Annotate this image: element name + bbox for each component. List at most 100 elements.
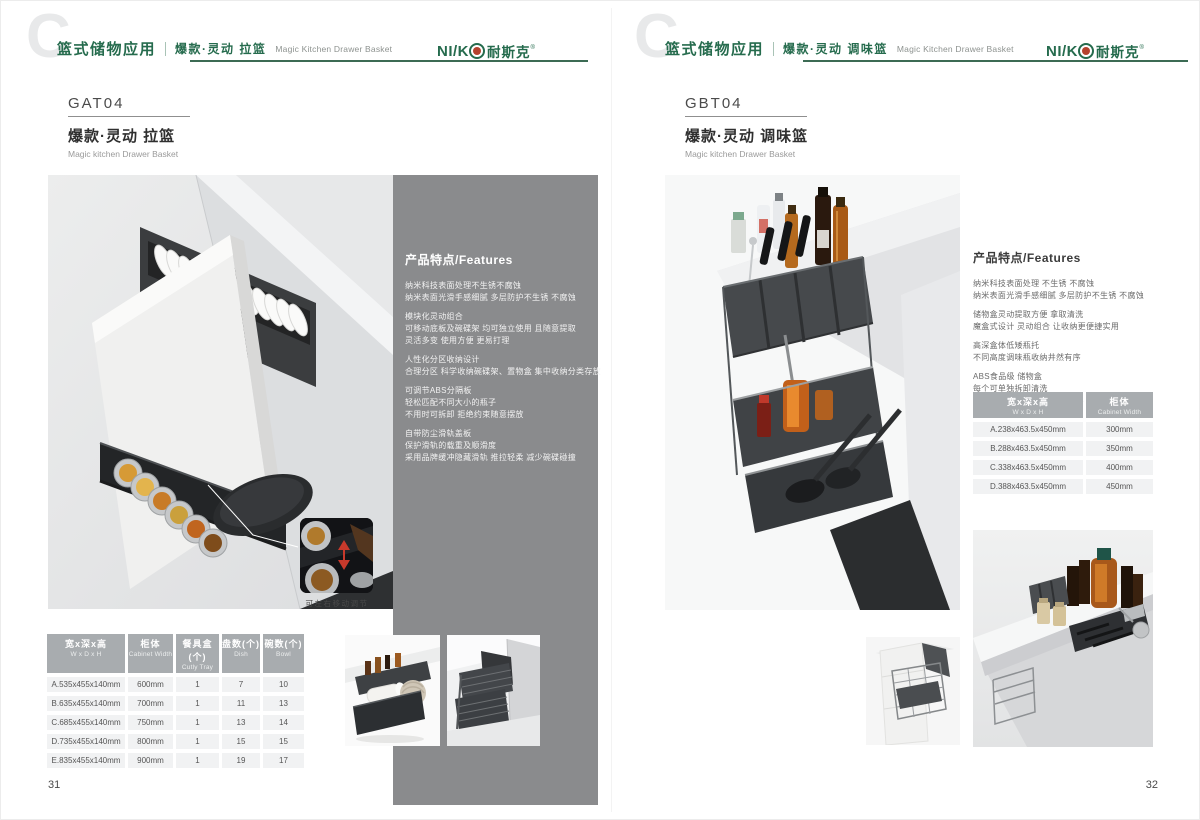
table-row: A.238x463.5x450mm 300mm: [973, 422, 1156, 437]
header-cell: 餐具盒(个)Cutly Tray: [176, 634, 219, 673]
table-cell: 7: [222, 677, 260, 692]
table-cell: 400mm: [1086, 460, 1153, 475]
page-number-right: 32: [1128, 779, 1158, 791]
thumb-photo-pullout-basket: [866, 637, 960, 745]
thumb-plate-basket-illustration: [345, 635, 440, 746]
features-heading: 产品特点/Features: [405, 251, 590, 268]
table-row: E.835x455x140mm 900mm 1 19 17: [47, 753, 307, 768]
feature-line: 不用时可拆卸 拒绝约束随意摆放: [405, 409, 590, 421]
detail-caption: 可左右移动调节: [282, 598, 392, 609]
table-cell: C.338x463.5x450mm: [973, 460, 1083, 475]
spec-table-left: 宽x深x高W x D x H 柜体Cabinet Width 餐具盒(个)Cut…: [47, 634, 307, 768]
thumb-photo-wire-basket: [447, 635, 540, 746]
table-cell: 600mm: [128, 677, 173, 692]
header-cell: 碗数(个)Bowl: [263, 634, 304, 673]
page-header-left: 篮式储物应用 爆款·灵动 拉篮 Magic Kitchen Drawer Bas…: [57, 38, 392, 59]
header-series-en: Magic Kitchen Drawer Basket: [897, 44, 1014, 54]
thumb-wire-basket-illustration: [447, 635, 540, 746]
header-series: 爆款·灵动 拉篮: [175, 40, 266, 57]
brand-logo: NI/K 耐斯克 ®: [1046, 41, 1144, 61]
feature-line: 魔盒式设计 灵动组合 让收纳更便捷实用: [973, 321, 1189, 333]
feature-line: 合理分区 科学收纳碗碟架、置物盒 集中收纳分类存放: [405, 366, 590, 378]
feature-group: 储物盒灵动提取方便 拿取清洗 魔盒式设计 灵动组合 让收纳更便捷实用: [973, 309, 1189, 333]
table-row: C.338x463.5x450mm 400mm: [973, 460, 1156, 475]
table-cell: 350mm: [1086, 441, 1153, 456]
table-header-row: 宽x深x高W x D x H 柜体Cabinet Width: [973, 392, 1156, 418]
feature-line: 纳米科技表面处理 不生锈 不腐蚀: [973, 278, 1189, 290]
catalog-spread: C 篮式储物应用 爆款·灵动 拉篮 Magic Kitchen Drawer B…: [0, 0, 1200, 820]
header-cell: 宽x深x高W x D x H: [973, 392, 1083, 418]
logo-o-icon: [1078, 43, 1094, 59]
table-cell: 900mm: [128, 753, 173, 768]
logo-cn: 耐斯克: [487, 41, 531, 61]
table-row: D.735x455x140mm 800mm 1 15 15: [47, 734, 307, 749]
header-series-en: Magic Kitchen Drawer Basket: [275, 44, 392, 54]
feature-line: 不同高度调味瓶收纳井然有序: [973, 352, 1189, 364]
product-title-left: GAT04 爆款·灵动 拉篮 Magic kitchen Drawer Bask…: [68, 95, 190, 159]
feature-line: ABS食品级 储物盒: [973, 371, 1189, 383]
title-rule: [685, 116, 807, 117]
feature-line: 储物盒灵动提取方便 拿取清洗: [973, 309, 1189, 321]
table-cell: 800mm: [128, 734, 173, 749]
feature-group: 纳米科技表面处理不生锈不腐蚀 纳米表面光滑手感细腻 多层防护不生锈 不腐蚀: [405, 280, 590, 304]
table-row: D.388x463.5x450mm 450mm: [973, 479, 1156, 494]
table-cell: C.685x455x140mm: [47, 715, 125, 730]
feature-line: 保护滑轨的载重及顺滑度: [405, 440, 590, 452]
logo-latin: NI/K: [437, 43, 469, 60]
page-header-right: 篮式储物应用 爆款·灵动 调味篮 Magic Kitchen Drawer Ba…: [665, 38, 1014, 59]
header-cell: 盘数(个)Dish: [222, 634, 260, 673]
table-cell: 13: [263, 696, 304, 711]
table-cell: 1: [176, 753, 219, 768]
table-cell: 10: [263, 677, 304, 692]
feature-line: 采用品牌缓冲隐藏滑轨 推拉轻柔 减少碗碟碰撞: [405, 452, 590, 464]
feature-line: 纳米表面光滑手感细腻 多层防护不生锈 不腐蚀: [405, 292, 590, 304]
logo-o-icon: [469, 43, 485, 59]
feature-line: 纳米科技表面处理不生锈不腐蚀: [405, 280, 590, 292]
thumb-pullout-basket-illustration: [866, 637, 960, 745]
header-cell: 柜体Cabinet Width: [128, 634, 173, 673]
table-cell: 1: [176, 696, 219, 711]
table-cell: 450mm: [1086, 479, 1153, 494]
product-title-right: GBT04 爆款·灵动 调味篮 Magic kitchen Drawer Bas…: [685, 95, 808, 159]
table-row: B.288x463.5x450mm 350mm: [973, 441, 1156, 456]
detail-inset-photo: [300, 518, 373, 593]
feature-line: 高深盒体低矮瓶托: [973, 340, 1189, 352]
detail-inset-illustration: [300, 518, 373, 593]
product-model: GBT04: [685, 95, 808, 112]
table-cell: 700mm: [128, 696, 173, 711]
header-divider: [773, 42, 774, 56]
feature-group: 纳米科技表面处理 不生锈 不腐蚀 纳米表面光滑手感细腻 多层防护不生锈 不腐蚀: [973, 278, 1189, 302]
header-cell: 宽x深x高W x D x H: [47, 634, 125, 673]
header-category: 篮式储物应用: [57, 38, 156, 59]
logo-cn: 耐斯克: [1096, 41, 1140, 61]
product-name: 爆款·灵动 拉篮: [68, 125, 190, 146]
table-cell: B.635x455x140mm: [47, 696, 125, 711]
brand-logo: NI/K 耐斯克 ®: [437, 41, 535, 61]
table-cell: 13: [222, 715, 260, 730]
feature-line: 灵活多变 使用方便 更易打理: [405, 335, 590, 347]
feature-group: 自带防尘滑轨盖板 保护滑轨的载重及顺滑度 采用品牌缓冲隐藏滑轨 推拉轻柔 减少碗…: [405, 428, 590, 464]
header-series: 爆款·灵动 调味篮: [783, 40, 888, 57]
product-name-en: Magic kitchen Drawer Basket: [685, 149, 808, 159]
feature-group: 人性化分区收纳设计 合理分区 科学收纳碗碟架、置物盒 集中收纳分类存放: [405, 354, 590, 378]
logo-latin: NI/K: [1046, 43, 1078, 60]
thumb-photo-plate-basket: [345, 635, 440, 746]
page-number-left: 31: [48, 779, 60, 791]
feature-line: 自带防尘滑轨盖板: [405, 428, 590, 440]
product-name-en: Magic kitchen Drawer Basket: [68, 149, 190, 159]
table-row: B.635x455x140mm 700mm 1 11 13: [47, 696, 307, 711]
feature-line: 模块化灵动组合: [405, 311, 590, 323]
table-cell: 11: [222, 696, 260, 711]
spice-organizer-illustration: [973, 530, 1153, 747]
table-cell: 1: [176, 734, 219, 749]
header-category: 篮式储物应用: [665, 38, 764, 59]
table-cell: 750mm: [128, 715, 173, 730]
table-cell: 1: [176, 715, 219, 730]
photo-spice-organizer: [973, 530, 1153, 747]
header-divider: [165, 42, 166, 56]
table-cell: A.535x455x140mm: [47, 677, 125, 692]
table-cell: 17: [263, 753, 304, 768]
table-cell: E.835x455x140mm: [47, 753, 125, 768]
feature-line: 轻松匹配不同大小的瓶子: [405, 397, 590, 409]
table-header-row: 宽x深x高W x D x H 柜体Cabinet Width 餐具盒(个)Cut…: [47, 634, 307, 673]
